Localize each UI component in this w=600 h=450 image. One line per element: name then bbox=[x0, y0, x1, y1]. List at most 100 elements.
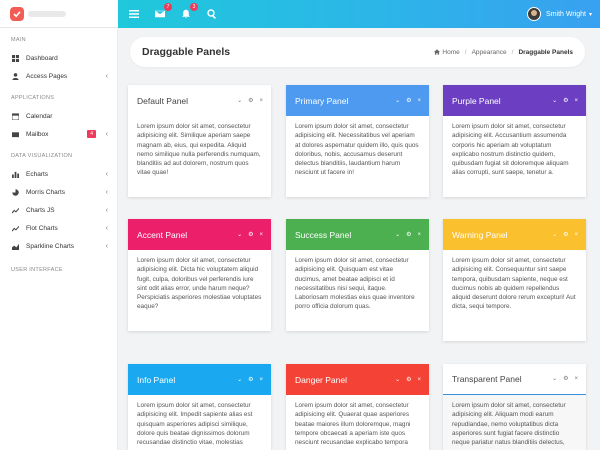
breadcrumb-home[interactable]: Home bbox=[442, 49, 459, 56]
close-icon[interactable]: × bbox=[574, 232, 578, 238]
sidebar-item-morris-charts[interactable]: Morris Charts ‹ bbox=[0, 183, 118, 201]
close-icon[interactable]: × bbox=[259, 377, 263, 383]
panel-warning[interactable]: Warning Panel ⌄ ⚙ × Lorem ipsum dolor si… bbox=[443, 219, 586, 341]
close-icon[interactable]: × bbox=[259, 98, 263, 104]
panel-header[interactable]: Default Panel ⌄ ⚙ × bbox=[128, 85, 271, 116]
sidebar-item-access-pages[interactable]: Access Pages ‹ bbox=[0, 67, 118, 85]
breadcrumb-separator: / bbox=[511, 48, 514, 56]
panel-header[interactable]: Primary Panel ⌄ ⚙ × bbox=[286, 85, 429, 116]
bell-icon[interactable]: 3 bbox=[180, 3, 198, 20]
gear-icon[interactable]: ⚙ bbox=[563, 98, 568, 104]
user-icon bbox=[11, 72, 19, 80]
panel-success[interactable]: Success Panel ⌄ ⚙ × Lorem ipsum dolor si… bbox=[286, 219, 429, 331]
mail-icon bbox=[11, 130, 19, 138]
collapse-icon[interactable]: ⌄ bbox=[237, 232, 242, 238]
gear-icon[interactable]: ⚙ bbox=[406, 98, 411, 104]
top-bar: 7 3 Smith Wright ▾ bbox=[0, 0, 600, 28]
collapse-icon[interactable]: ⌄ bbox=[552, 376, 557, 382]
panel-header[interactable]: Info Panel ⌄ ⚙ × bbox=[128, 364, 271, 395]
panel-tools: ⌄ ⚙ × bbox=[395, 377, 421, 383]
page-header: Draggable Panels Home / Appearance / Dra… bbox=[130, 37, 585, 67]
gear-icon[interactable]: ⚙ bbox=[248, 98, 253, 104]
collapse-icon[interactable]: ⌄ bbox=[395, 377, 400, 383]
sidebar-item-label: Access Pages bbox=[26, 72, 68, 80]
collapse-icon[interactable]: ⌄ bbox=[237, 377, 242, 383]
panel-tools: ⌄ ⚙ × bbox=[552, 232, 578, 238]
panel-title: Purple Panel bbox=[452, 95, 501, 106]
home-icon bbox=[434, 49, 441, 55]
panel-header[interactable]: Purple Panel ⌄ ⚙ × bbox=[443, 85, 586, 116]
search-icon[interactable] bbox=[206, 8, 218, 20]
sidebar-section-main: MAIN bbox=[11, 37, 26, 43]
close-icon[interactable]: × bbox=[417, 377, 421, 383]
collapse-icon[interactable]: ⌄ bbox=[237, 98, 242, 104]
bar-chart-icon bbox=[11, 170, 19, 178]
sidebar-item-label: Dashboard bbox=[26, 54, 58, 62]
panel-default[interactable]: Default Panel ⌄ ⚙ × Lorem ipsum dolor si… bbox=[128, 85, 271, 197]
close-icon[interactable]: × bbox=[574, 376, 578, 382]
menu-toggle-icon[interactable] bbox=[128, 8, 140, 20]
close-icon[interactable]: × bbox=[417, 232, 421, 238]
area-chart-icon bbox=[11, 242, 19, 250]
panel-title: Accent Panel bbox=[137, 229, 188, 240]
chevron-left-icon: ‹ bbox=[105, 72, 108, 80]
sidebar-item-dashboard[interactable]: Dashboard bbox=[0, 49, 118, 67]
gear-icon[interactable]: ⚙ bbox=[248, 377, 253, 383]
close-icon[interactable]: × bbox=[417, 98, 421, 104]
gear-icon[interactable]: ⚙ bbox=[248, 232, 253, 238]
breadcrumb-appearance[interactable]: Appearance bbox=[472, 49, 507, 56]
panel-body: Lorem ipsum dolor sit amet, consectetur … bbox=[295, 402, 411, 447]
sidebar-section-data-visualization: DATA VISUALIZATION bbox=[11, 153, 73, 159]
panel-header[interactable]: Danger Panel ⌄ ⚙ × bbox=[286, 364, 429, 395]
close-icon[interactable]: × bbox=[259, 232, 263, 238]
panel-danger[interactable]: Danger Panel ⌄ ⚙ × Lorem ipsum dolor sit… bbox=[286, 364, 429, 450]
collapse-icon[interactable]: ⌄ bbox=[552, 98, 557, 104]
gear-icon[interactable]: ⚙ bbox=[406, 377, 411, 383]
user-menu[interactable]: Smith Wright ▾ bbox=[527, 0, 600, 28]
calendar-icon bbox=[11, 112, 19, 120]
close-icon[interactable]: × bbox=[574, 98, 578, 104]
panel-primary[interactable]: Primary Panel ⌄ ⚙ × Lorem ipsum dolor si… bbox=[286, 85, 429, 197]
sidebar-item-flot-charts[interactable]: Flot Charts ‹ bbox=[0, 219, 118, 237]
mail-icon[interactable]: 7 bbox=[154, 3, 172, 20]
panel-header[interactable]: Warning Panel ⌄ ⚙ × bbox=[443, 219, 586, 250]
panel-title: Primary Panel bbox=[295, 95, 349, 106]
panel-title: Warning Panel bbox=[452, 229, 508, 240]
panel-transparent[interactable]: Transparent Panel ⌄ ⚙ × Lorem ipsum dolo… bbox=[443, 364, 586, 450]
breadcrumb-current: Draggable Panels bbox=[518, 48, 573, 56]
panel-accent[interactable]: Accent Panel ⌄ ⚙ × Lorem ipsum dolor sit… bbox=[128, 219, 271, 331]
collapse-icon[interactable]: ⌄ bbox=[552, 232, 557, 238]
panel-tools: ⌄ ⚙ × bbox=[237, 232, 263, 238]
sidebar-item-mailbox[interactable]: Mailbox 4 ‹ bbox=[0, 125, 118, 143]
gear-icon[interactable]: ⚙ bbox=[563, 376, 568, 382]
sidebar-item-label: Echarts bbox=[26, 170, 49, 178]
panel-body: Lorem ipsum dolor sit amet, consectetur … bbox=[137, 257, 262, 311]
panel-header[interactable]: Success Panel ⌄ ⚙ × bbox=[286, 219, 429, 250]
sidebar-item-charts-js[interactable]: Charts JS ‹ bbox=[0, 201, 118, 219]
panel-body: Lorem ipsum dolor sit amet, consectetur … bbox=[452, 123, 569, 177]
panel-body: Lorem ipsum dolor sit amet, consectetur … bbox=[137, 402, 253, 447]
sidebar-item-sparkline-charts[interactable]: Sparkline Charts ‹ bbox=[0, 237, 118, 255]
sidebar-item-calendar[interactable]: Calendar bbox=[0, 107, 118, 125]
brand[interactable] bbox=[0, 0, 118, 28]
collapse-icon[interactable]: ⌄ bbox=[395, 98, 400, 104]
panel-body: Lorem ipsum dolor sit amet, consectetur … bbox=[137, 123, 261, 177]
sidebar: MAIN Dashboard Access Pages ‹ APPLICATIO… bbox=[0, 28, 118, 450]
mail-badge: 7 bbox=[164, 3, 172, 11]
mailbox-badge: 4 bbox=[87, 130, 96, 138]
panel-info[interactable]: Info Panel ⌄ ⚙ × Lorem ipsum dolor sit a… bbox=[128, 364, 271, 450]
gear-icon[interactable]: ⚙ bbox=[406, 232, 411, 238]
pie-chart-icon bbox=[11, 188, 19, 196]
panel-header[interactable]: Accent Panel ⌄ ⚙ × bbox=[128, 219, 271, 250]
panel-header[interactable]: Transparent Panel ⌄ ⚙ × bbox=[443, 364, 586, 395]
panel-body: Lorem ipsum dolor sit amet, consectetur … bbox=[295, 123, 419, 177]
collapse-icon[interactable]: ⌄ bbox=[395, 232, 400, 238]
sidebar-item-echarts[interactable]: Echarts ‹ bbox=[0, 165, 118, 183]
panel-title: Success Panel bbox=[295, 229, 352, 240]
user-name: Smith Wright bbox=[546, 10, 586, 18]
bell-badge: 3 bbox=[190, 3, 198, 11]
gear-icon[interactable]: ⚙ bbox=[563, 232, 568, 238]
logo-wordmark bbox=[28, 10, 66, 17]
panel-purple[interactable]: Purple Panel ⌄ ⚙ × Lorem ipsum dolor sit… bbox=[443, 85, 586, 197]
line-chart-icon bbox=[11, 224, 19, 232]
